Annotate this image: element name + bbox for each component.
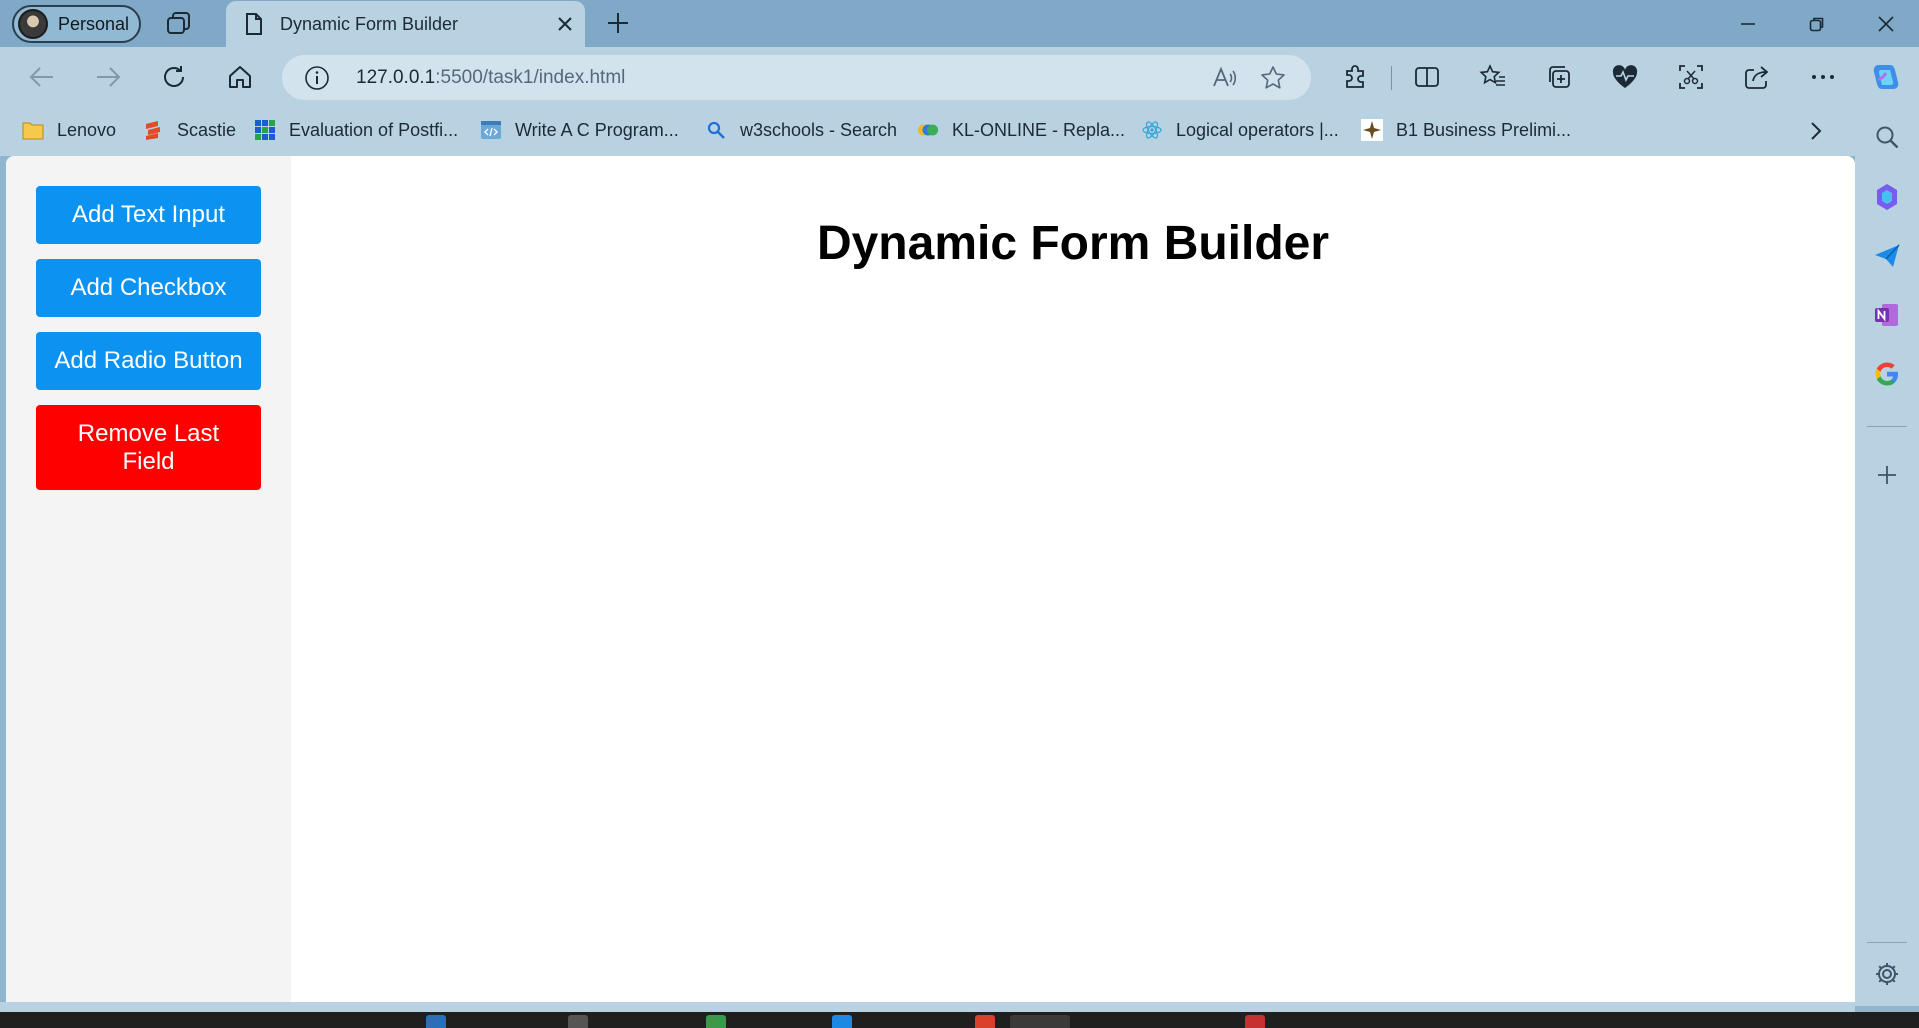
taskbar-app-icon[interactable] bbox=[426, 1015, 446, 1028]
url-host: 127.0.0.1 bbox=[356, 66, 436, 88]
bookmark-label: KL-ONLINE - Repla... bbox=[952, 119, 1126, 140]
add-text-input-button[interactable]: Add Text Input bbox=[36, 186, 261, 244]
page-viewport: Add Text Input Add Checkbox Add Radio Bu… bbox=[6, 156, 1855, 1002]
navigation-toolbar: 127.0.0.1:5500/task1/index.html bbox=[0, 47, 1919, 106]
reload-icon[interactable] bbox=[154, 57, 194, 97]
copilot-app-icon[interactable] bbox=[1872, 182, 1902, 212]
folder-icon bbox=[22, 119, 44, 141]
url-text[interactable]: 127.0.0.1:5500/task1/index.html bbox=[356, 67, 1205, 89]
bookmarks-bar: Lenovo Scastie Evaluation of Postfi... W… bbox=[0, 106, 1855, 156]
bookmark-label: Evaluation of Postfi... bbox=[289, 119, 459, 140]
toolbar-divider bbox=[1391, 66, 1392, 90]
add-icon[interactable] bbox=[1872, 460, 1902, 490]
taskbar-app-icon[interactable] bbox=[1245, 1015, 1265, 1028]
chevron-right-icon[interactable] bbox=[1800, 115, 1832, 147]
taskbar-app-icon[interactable] bbox=[832, 1015, 852, 1028]
read-aloud-icon[interactable] bbox=[1205, 58, 1245, 98]
collections-icon[interactable] bbox=[1539, 57, 1579, 97]
copilot-icon[interactable] bbox=[1866, 57, 1906, 97]
tab-active[interactable]: Dynamic Form Builder bbox=[226, 1, 585, 47]
close-tab-icon[interactable] bbox=[545, 4, 585, 44]
browser-sidebar bbox=[1855, 106, 1919, 1006]
tab-title: Dynamic Form Builder bbox=[280, 13, 459, 34]
kl-online-icon bbox=[917, 119, 939, 141]
site-info-icon[interactable] bbox=[304, 65, 330, 91]
taskbar-app-icon[interactable] bbox=[975, 1015, 995, 1028]
taskbar-app-icon[interactable] bbox=[1010, 1015, 1070, 1028]
react-icon bbox=[1141, 119, 1163, 141]
extensions-icon[interactable] bbox=[1336, 57, 1376, 97]
new-tab-icon[interactable] bbox=[604, 9, 632, 37]
taskbar-app-icon[interactable] bbox=[706, 1015, 726, 1028]
minimize-icon[interactable] bbox=[1713, 0, 1782, 47]
share-icon[interactable] bbox=[1737, 57, 1777, 97]
taskbar-app-icon[interactable] bbox=[568, 1015, 588, 1028]
avatar bbox=[18, 9, 48, 39]
compass-icon bbox=[1361, 119, 1383, 141]
send-icon[interactable] bbox=[1872, 241, 1902, 271]
screenshot-icon[interactable] bbox=[1671, 57, 1711, 97]
page-title: Dynamic Form Builder bbox=[816, 217, 1330, 270]
scastie-icon bbox=[142, 119, 164, 141]
google-icon[interactable] bbox=[1872, 359, 1902, 389]
sidebar-divider bbox=[1867, 426, 1907, 427]
bookmark-label: Logical operators |... bbox=[1176, 119, 1339, 140]
workspaces-icon[interactable] bbox=[166, 11, 192, 35]
sidebar-divider bbox=[1867, 942, 1907, 943]
bookmark-label: Write A C Program... bbox=[515, 119, 679, 140]
grid-icon bbox=[254, 119, 276, 141]
search-icon bbox=[705, 119, 727, 141]
remove-last-field-button[interactable]: Remove Last Field bbox=[36, 405, 261, 490]
bookmark-label: Scastie bbox=[177, 119, 237, 140]
add-checkbox-button[interactable]: Add Checkbox bbox=[36, 259, 261, 317]
bookmark-label: w3schools - Search bbox=[740, 119, 898, 140]
restore-icon[interactable] bbox=[1782, 0, 1851, 47]
onenote-icon[interactable] bbox=[1872, 300, 1902, 330]
more-options-icon[interactable] bbox=[1803, 57, 1843, 97]
bookmark-lenovo[interactable]: Lenovo bbox=[22, 116, 116, 144]
bookmark-b1-business[interactable]: B1 Business Prelimi... bbox=[1361, 116, 1571, 144]
bookmark-w3schools-search[interactable]: w3schools - Search bbox=[705, 116, 897, 144]
bookmark-label: B1 Business Prelimi... bbox=[1396, 119, 1572, 140]
bookmark-write-c-program[interactable]: Write A C Program... bbox=[480, 116, 679, 144]
search-icon[interactable] bbox=[1872, 122, 1902, 152]
gear-icon[interactable] bbox=[1872, 959, 1902, 989]
form-controls-panel: Add Text Input Add Checkbox Add Radio Bu… bbox=[6, 156, 291, 1002]
profile-button[interactable]: Personal bbox=[12, 5, 141, 43]
bookmark-evaluation-postfix[interactable]: Evaluation of Postfi... bbox=[254, 116, 458, 144]
bookmark-label: Lenovo bbox=[57, 119, 117, 140]
bookmark-kl-online[interactable]: KL-ONLINE - Repla... bbox=[917, 116, 1125, 144]
bookmark-scastie[interactable]: Scastie bbox=[142, 116, 236, 144]
close-window-icon[interactable] bbox=[1851, 0, 1919, 47]
split-screen-icon[interactable] bbox=[1407, 57, 1447, 97]
code-icon bbox=[480, 119, 502, 141]
favorite-star-icon[interactable] bbox=[1253, 58, 1293, 98]
bookmark-logical-operators[interactable]: Logical operators |... bbox=[1141, 116, 1339, 144]
page-icon bbox=[244, 12, 264, 36]
address-bar[interactable]: 127.0.0.1:5500/task1/index.html bbox=[282, 55, 1311, 100]
home-icon[interactable] bbox=[220, 57, 260, 97]
window-bottom-edge bbox=[0, 1002, 1855, 1012]
taskbar bbox=[0, 1012, 1919, 1028]
browser-essentials-icon[interactable] bbox=[1605, 57, 1645, 97]
profile-label: Personal bbox=[58, 13, 130, 34]
back-icon[interactable] bbox=[22, 57, 62, 97]
add-radio-button-button[interactable]: Add Radio Button bbox=[36, 332, 261, 390]
title-bar: Personal Dynamic Form Builder bbox=[0, 0, 1919, 47]
url-path: :5500/task1/index.html bbox=[435, 66, 626, 88]
favorites-icon[interactable] bbox=[1473, 57, 1513, 97]
forward-icon[interactable] bbox=[88, 57, 128, 97]
